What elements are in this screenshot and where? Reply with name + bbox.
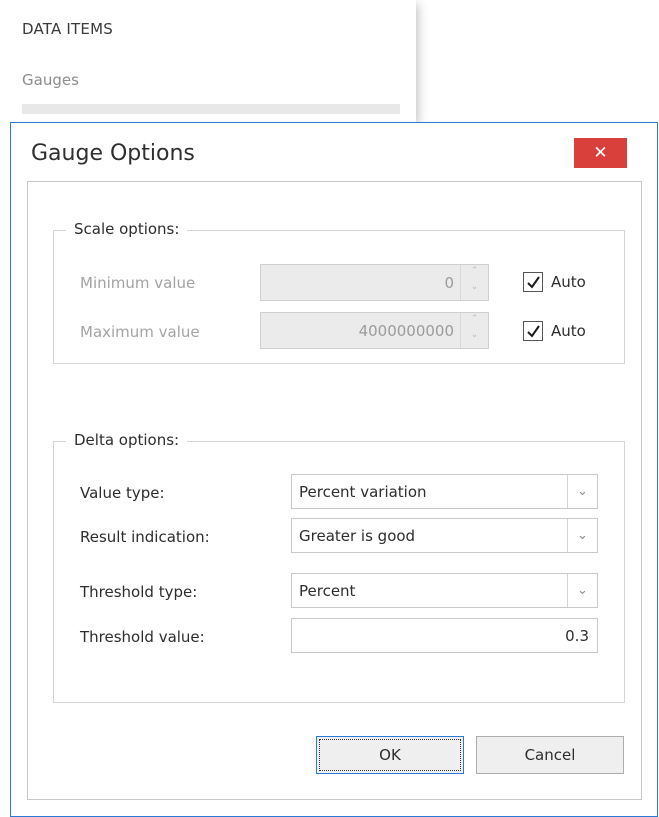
threshold-type-value: Percent [299,582,356,600]
threshold-value-text: 0.3 [565,627,589,645]
value-type-combo[interactable]: Percent variation ⌄ [291,474,598,509]
result-indication-combo[interactable]: Greater is good ⌄ [291,518,598,553]
data-items-panel: DATA ITEMS Gauges [0,0,416,130]
result-indication-value: Greater is good [299,527,416,545]
threshold-value-label: Threshold value: [80,628,205,646]
checkmark-icon [527,325,540,338]
threshold-type-label: Threshold type: [80,583,198,601]
chevron-down-icon[interactable]: ⌄ [567,574,597,607]
maximum-auto-label[interactable]: Auto [551,322,586,340]
minimum-value-spin[interactable]: 0 ⌃ ⌄ [260,264,489,301]
delta-options-group: Delta options: Value type: Percent varia… [53,431,625,703]
spin-down-icon[interactable]: ⌄ [461,282,488,299]
dialog-content: Scale options: Minimum value 0 ⌃ ⌄ Auto … [27,181,642,800]
gauge-options-dialog: Gauge Options ✕ Scale options: Minimum v… [10,122,658,817]
result-indication-label: Result indication: [80,528,210,546]
minimum-auto-checkbox[interactable] [523,272,543,292]
close-icon: ✕ [593,143,608,163]
delta-options-caption: Delta options: [66,431,188,449]
maximum-value-spin[interactable]: 4000000000 ⌃ ⌄ [260,312,489,349]
threshold-value-input[interactable]: 0.3 [291,618,598,653]
chevron-down-icon[interactable]: ⌄ [567,519,597,552]
spin-up-icon[interactable]: ⌃ [461,314,488,331]
spin-up-icon[interactable]: ⌃ [461,266,488,283]
spin-down-icon[interactable]: ⌄ [461,330,488,347]
minimum-value-text: 0 [444,274,454,292]
value-type-label: Value type: [80,484,165,502]
scale-options-group: Scale options: Minimum value 0 ⌃ ⌄ Auto … [53,220,625,364]
threshold-type-combo[interactable]: Percent ⌄ [291,573,598,608]
chevron-down-icon[interactable]: ⌄ [567,475,597,508]
scale-options-caption: Scale options: [66,220,188,238]
maximum-spin-buttons[interactable]: ⌃ ⌄ [460,313,488,348]
dialog-title: Gauge Options [31,141,195,166]
data-item-placeholder[interactable] [22,104,400,114]
maximum-value-text: 4000000000 [358,322,454,340]
maximum-value-label: Maximum value [80,323,200,341]
gauges-section-label[interactable]: Gauges [22,71,79,89]
cancel-button[interactable]: Cancel [476,736,624,774]
minimum-auto-label[interactable]: Auto [551,273,586,291]
data-items-title: DATA ITEMS [22,20,113,38]
minimum-spin-buttons[interactable]: ⌃ ⌄ [460,265,488,300]
close-button[interactable]: ✕ [574,138,627,168]
ok-button[interactable]: OK [316,736,464,774]
checkmark-icon [527,276,540,289]
minimum-value-label: Minimum value [80,274,196,292]
maximum-auto-checkbox[interactable] [523,321,543,341]
value-type-value: Percent variation [299,483,427,501]
